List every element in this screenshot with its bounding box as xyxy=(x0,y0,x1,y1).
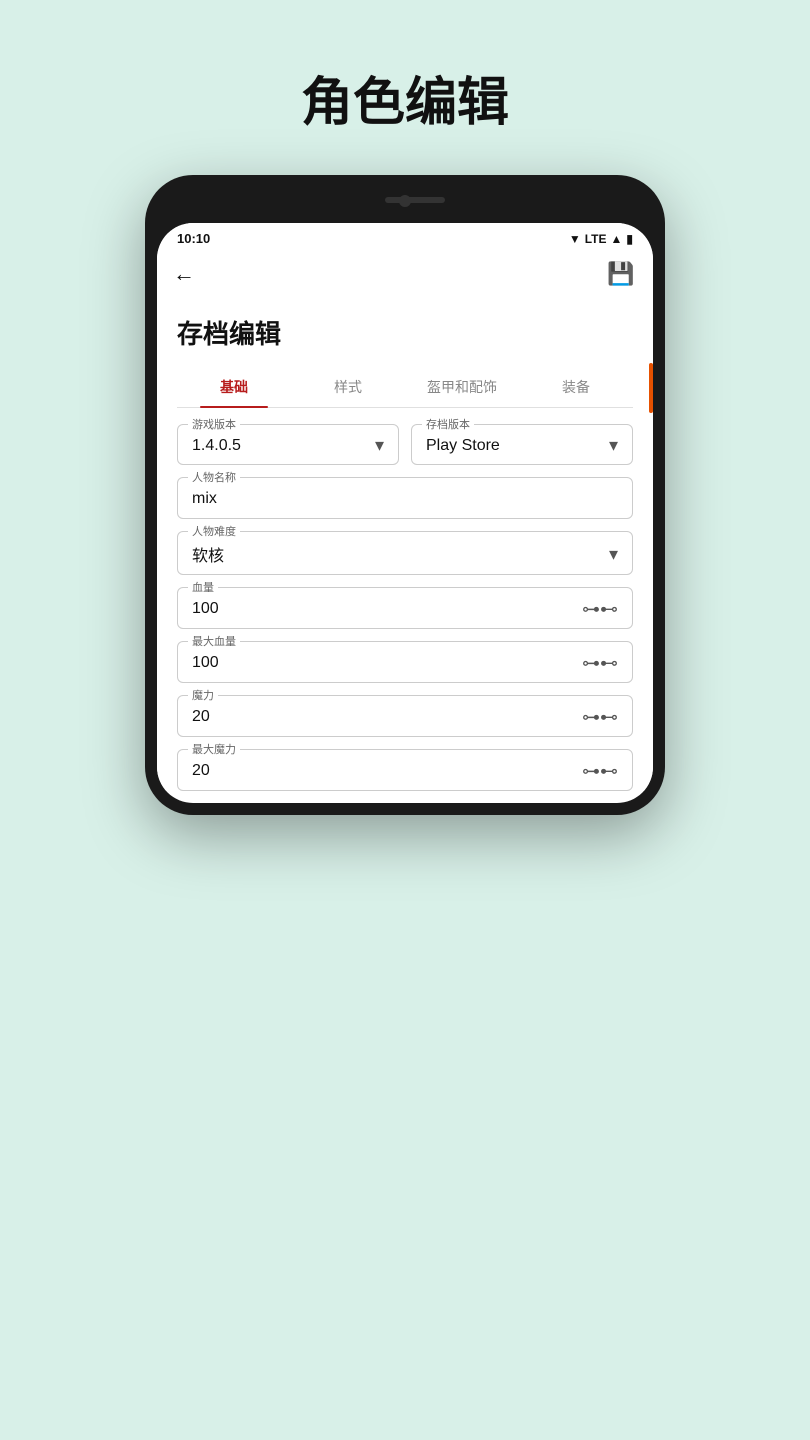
phone-mockup: 10:10 ▼ LTE ▲ ▮ ← 💾 存档编辑 基础 样式 盔甲和配饰 装备 xyxy=(145,175,665,815)
game-version-label: 游戏版本 xyxy=(188,416,240,432)
character-name-value: mix xyxy=(192,488,618,510)
save-version-arrow-icon: ▾ xyxy=(609,435,618,456)
version-row: 游戏版本 1.4.0.5 ▾ 存档版本 Play Store ▾ xyxy=(177,424,633,465)
max-mana-field[interactable]: 最大魔力 20 ⊶⊷ xyxy=(177,749,633,791)
wifi-icon: ▼ xyxy=(569,232,581,246)
hp-label: 血量 xyxy=(188,579,218,595)
max-mana-slider-icon[interactable]: ⊶⊷ xyxy=(582,761,618,782)
mana-label: 魔力 xyxy=(188,687,218,703)
page-title: 角色编辑 xyxy=(301,60,509,135)
main-content: 存档编辑 基础 样式 盔甲和配饰 装备 游戏版本 1.4.0.5 ▾ 存档版 xyxy=(157,298,653,791)
character-difficulty-text: 软核 xyxy=(192,542,224,566)
max-mana-row: 20 ⊶⊷ xyxy=(192,760,618,782)
max-hp-label: 最大血量 xyxy=(188,633,240,649)
character-difficulty-arrow-icon: ▾ xyxy=(609,544,618,565)
speaker-notch xyxy=(385,197,445,203)
scroll-indicator xyxy=(649,223,653,803)
scroll-thumb xyxy=(649,363,653,413)
character-difficulty-field[interactable]: 人物难度 软核 ▾ xyxy=(177,531,633,575)
game-version-arrow-icon: ▾ xyxy=(375,435,384,456)
game-version-value: 1.4.0.5 ▾ xyxy=(192,435,384,456)
status-icons: ▼ LTE ▲ ▮ xyxy=(569,232,633,246)
tab-basic[interactable]: 基础 xyxy=(177,367,291,407)
status-bar: 10:10 ▼ LTE ▲ ▮ xyxy=(157,223,653,250)
character-name-field[interactable]: 人物名称 mix xyxy=(177,477,633,519)
save-version-text: Play Store xyxy=(426,437,500,455)
save-version-field[interactable]: 存档版本 Play Store ▾ xyxy=(411,424,633,465)
back-button[interactable]: ← xyxy=(173,261,195,287)
game-version-text: 1.4.0.5 xyxy=(192,437,241,455)
hp-field[interactable]: 血量 100 ⊶⊷ xyxy=(177,587,633,629)
tab-style[interactable]: 样式 xyxy=(291,367,405,407)
character-difficulty-value: 软核 ▾ xyxy=(192,542,618,566)
max-mana-label: 最大魔力 xyxy=(188,741,240,757)
section-title: 存档编辑 xyxy=(177,314,633,351)
battery-icon: ▮ xyxy=(626,232,633,246)
game-version-field[interactable]: 游戏版本 1.4.0.5 ▾ xyxy=(177,424,399,465)
hp-slider-icon[interactable]: ⊶⊷ xyxy=(582,599,618,620)
hp-value: 100 xyxy=(192,598,219,620)
signal-icon: ▲ xyxy=(611,232,623,246)
tab-equip[interactable]: 装备 xyxy=(519,367,633,407)
save-button[interactable]: 💾 xyxy=(605,258,637,290)
max-hp-value: 100 xyxy=(192,652,219,674)
lte-icon: LTE xyxy=(585,232,607,246)
save-version-value: Play Store ▾ xyxy=(426,435,618,456)
max-hp-slider-icon[interactable]: ⊶⊷ xyxy=(582,653,618,674)
mana-field[interactable]: 魔力 20 ⊶⊷ xyxy=(177,695,633,737)
mana-row: 20 ⊶⊷ xyxy=(192,706,618,728)
status-time: 10:10 xyxy=(177,231,210,246)
phone-top xyxy=(157,187,653,223)
app-bar: ← 💾 xyxy=(157,250,653,298)
hp-row: 100 ⊶⊷ xyxy=(192,598,618,620)
max-mana-value: 20 xyxy=(192,760,210,782)
character-difficulty-label: 人物难度 xyxy=(188,523,240,539)
max-hp-row: 100 ⊶⊷ xyxy=(192,652,618,674)
mana-value: 20 xyxy=(192,706,210,728)
mana-slider-icon[interactable]: ⊶⊷ xyxy=(582,707,618,728)
save-version-label: 存档版本 xyxy=(422,416,474,432)
tab-bar: 基础 样式 盔甲和配饰 装备 xyxy=(177,367,633,408)
tab-armor[interactable]: 盔甲和配饰 xyxy=(405,367,519,407)
character-name-label: 人物名称 xyxy=(188,469,240,485)
phone-screen: 10:10 ▼ LTE ▲ ▮ ← 💾 存档编辑 基础 样式 盔甲和配饰 装备 xyxy=(157,223,653,803)
max-hp-field[interactable]: 最大血量 100 ⊶⊷ xyxy=(177,641,633,683)
